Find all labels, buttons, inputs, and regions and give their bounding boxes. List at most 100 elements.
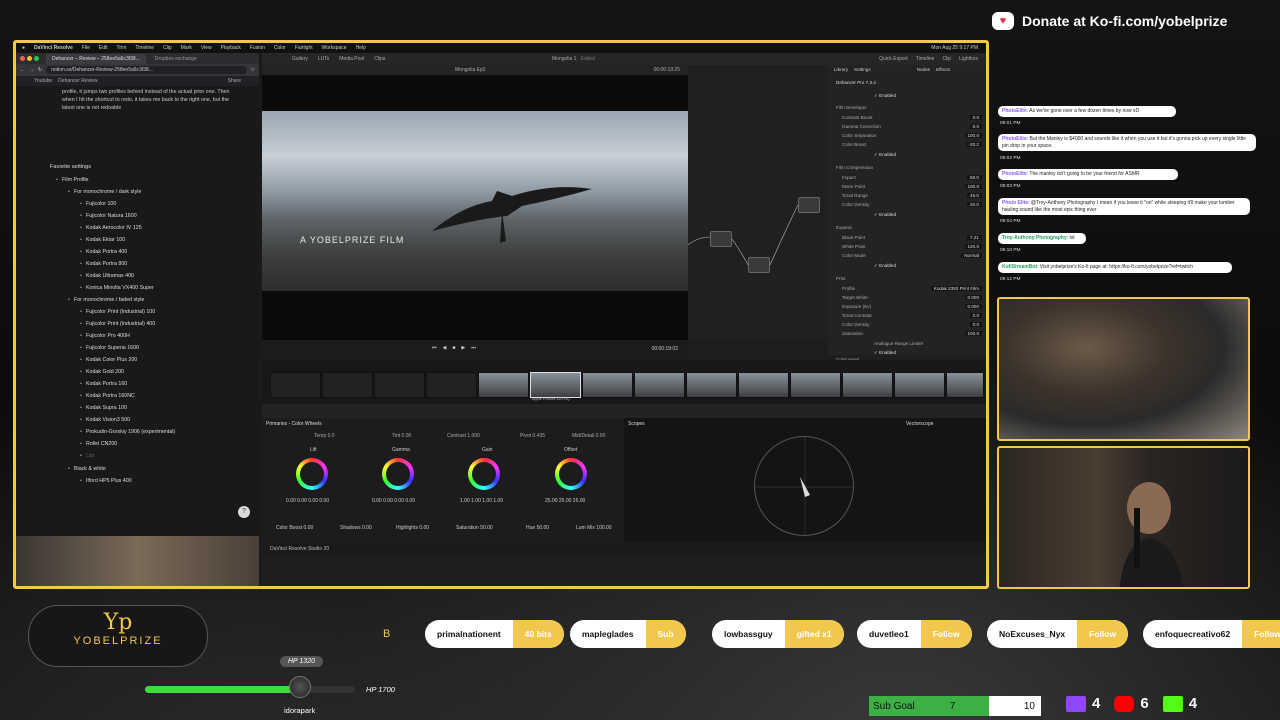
menu-playback[interactable]: Playback [221, 45, 241, 51]
help-button[interactable]: ? [238, 506, 250, 518]
param-row[interactable]: Profile Kodak 2383 Print Film [842, 286, 982, 291]
saturation-field[interactable]: Saturation 50.00 [456, 525, 493, 531]
app-menu[interactable]: DaVinci Resolve [34, 45, 73, 51]
clip-thumbnail[interactable] [634, 372, 685, 398]
temp-field[interactable]: Temp 0.0 [314, 433, 335, 439]
clip-thumbnail[interactable] [322, 372, 373, 398]
star-icon[interactable]: ☆ [251, 67, 255, 73]
gain-wheel[interactable] [468, 458, 500, 490]
param-row[interactable]: Color Separation 100.0 [842, 133, 982, 138]
shadows-field[interactable]: Shadows 0.00 [340, 525, 372, 531]
url-input[interactable]: notion.so/Dehancer-Review-258ee5a6c3f38.… [46, 66, 247, 74]
menu-help[interactable]: Help [356, 45, 366, 51]
media-pool-button[interactable]: Media Pool [339, 56, 364, 62]
param-row[interactable]: Target White 0.000 [842, 295, 982, 300]
reload-icon[interactable]: ↻ [38, 67, 42, 73]
param-row[interactable]: Gamma Correction 0.0 [842, 124, 982, 129]
share-button[interactable]: Share [228, 78, 241, 84]
enabled-checkbox[interactable]: ✓ Enabled [874, 212, 896, 218]
tab-nodes[interactable]: Nodes [917, 67, 930, 72]
menu-trim[interactable]: Trim [117, 45, 127, 51]
param-row[interactable]: Exposure (Ev) 0.000 [842, 304, 982, 309]
forward-icon[interactable]: → [29, 67, 34, 73]
section-print[interactable]: Print [836, 276, 845, 281]
param-row[interactable]: Saturation 100.0 [842, 331, 982, 336]
section-film-developer[interactable]: Film Developer [836, 105, 867, 110]
tab-effects[interactable]: Effects [936, 67, 950, 72]
contrast-field[interactable]: Contrast 1.000 [447, 433, 480, 439]
menu-timeline[interactable]: Timeline [135, 45, 154, 51]
menu-mark[interactable]: Mark [181, 45, 192, 51]
mid-detail-field[interactable]: Mid/Detail 0.00 [572, 433, 605, 439]
clip-thumbnail[interactable] [842, 372, 893, 398]
enabled-checkbox[interactable]: ✓ Enabled [874, 350, 896, 356]
close-window-icon[interactable] [20, 56, 25, 61]
param-row[interactable]: Color Boost -30.2 [842, 142, 982, 147]
offset-wheel[interactable] [555, 458, 587, 490]
color-boost-field[interactable]: Color Boost 0.00 [276, 525, 313, 531]
maximize-window-icon[interactable] [34, 56, 39, 61]
clip-thumbnail[interactable] [270, 372, 321, 398]
minimize-window-icon[interactable] [27, 56, 32, 61]
tab-library[interactable]: Library [834, 67, 848, 72]
gamma-wheel[interactable] [382, 458, 414, 490]
clip-thumbnail[interactable] [946, 372, 984, 398]
menu-fairlight[interactable]: Fairlight [295, 45, 313, 51]
highlights-field[interactable]: Highlights 0.00 [396, 525, 429, 531]
param-row[interactable]: Black Point 7.21 [842, 235, 982, 240]
tab-dropbox[interactable]: Dropbox exchange [149, 54, 203, 64]
back-icon[interactable]: ← [20, 67, 25, 73]
vectorscope-select[interactable]: Vectorscope [906, 421, 934, 427]
param-row[interactable]: Tonal Range 45.0 [842, 193, 982, 198]
gain-values[interactable]: 1.00 1.00 1.00 1.00 [460, 498, 503, 504]
enabled-checkbox[interactable]: ✓ Enabled [874, 263, 896, 269]
hue-field[interactable]: Hue 50.00 [526, 525, 549, 531]
enabled-checkbox[interactable]: ✓ Enabled [874, 152, 896, 158]
analogue-range-checkbox[interactable]: Analogue Range Limiter [874, 341, 923, 346]
param-row[interactable]: Color Density 20.0 [842, 202, 982, 207]
clip-thumbnail-selected[interactable] [530, 372, 581, 398]
luts-button[interactable]: LUTs [318, 56, 329, 62]
menu-view[interactable]: View [201, 45, 212, 51]
tint-field[interactable]: Tint 0.00 [392, 433, 411, 439]
section-expand[interactable]: Expand [836, 225, 852, 230]
breadcrumb-dehancer[interactable]: Dehancer Review [58, 78, 97, 84]
lum-mix-field[interactable]: Lum Mix 100.00 [576, 525, 612, 531]
tab-settings[interactable]: Settings [854, 67, 871, 72]
param-row[interactable]: Contrast Boost 0.0 [842, 115, 982, 120]
clip-thumbnail[interactable] [478, 372, 529, 398]
timeline-button[interactable]: Timeline [916, 56, 935, 62]
clip-thumbnail[interactable] [686, 372, 737, 398]
menu-edit[interactable]: Edit [99, 45, 108, 51]
breadcrumb-youtube[interactable]: Youtube [34, 78, 52, 84]
param-row[interactable]: Color Density 0.0 [842, 322, 982, 327]
offset-values[interactable]: 25.00 25.00 25.00 [545, 498, 585, 504]
gamma-values[interactable]: 0.00 0.00 0.00 0.00 [372, 498, 415, 504]
enabled-checkbox[interactable]: ✓ Enabled [874, 93, 896, 99]
param-row[interactable]: White Point 120.0 [842, 244, 982, 249]
lift-values[interactable]: 0.00 0.00 0.00 0.00 [286, 498, 329, 504]
video-viewer[interactable]: A YOBELPRIZE FILM [262, 75, 688, 340]
gallery-button[interactable]: Gallery [292, 56, 308, 62]
menu-clip[interactable]: Clip [163, 45, 172, 51]
apple-icon[interactable]: ● [22, 45, 25, 51]
section-film-compression[interactable]: Film Compression [836, 165, 873, 170]
lift-wheel[interactable] [296, 458, 328, 490]
clip-thumbnail[interactable] [426, 372, 477, 398]
tab-dehancer-review[interactable]: Dehancer – Review – 258ee5a6c3f38... [46, 53, 146, 64]
param-row[interactable]: Impact 60.0 [842, 175, 982, 180]
node-graph[interactable] [688, 65, 828, 340]
quick-export-button[interactable]: Quick Export [879, 56, 908, 62]
lightbox-button[interactable]: Lightbox [959, 56, 978, 62]
clips-button[interactable]: Clips [374, 56, 385, 62]
param-row[interactable]: Tonal Contrast 0.0 [842, 313, 982, 318]
param-row[interactable]: Mono Point 100.0 [842, 184, 982, 189]
menu-fusion[interactable]: Fusion [250, 45, 265, 51]
param-row[interactable]: Color Mode Normal [842, 253, 982, 258]
clip-thumbnail[interactable] [894, 372, 945, 398]
clip-thumbnail[interactable] [374, 372, 425, 398]
clip-button[interactable]: Clip [942, 56, 951, 62]
menu-workspace[interactable]: Workspace [322, 45, 347, 51]
menu-color[interactable]: Color [274, 45, 286, 51]
menu-file[interactable]: File [82, 45, 90, 51]
